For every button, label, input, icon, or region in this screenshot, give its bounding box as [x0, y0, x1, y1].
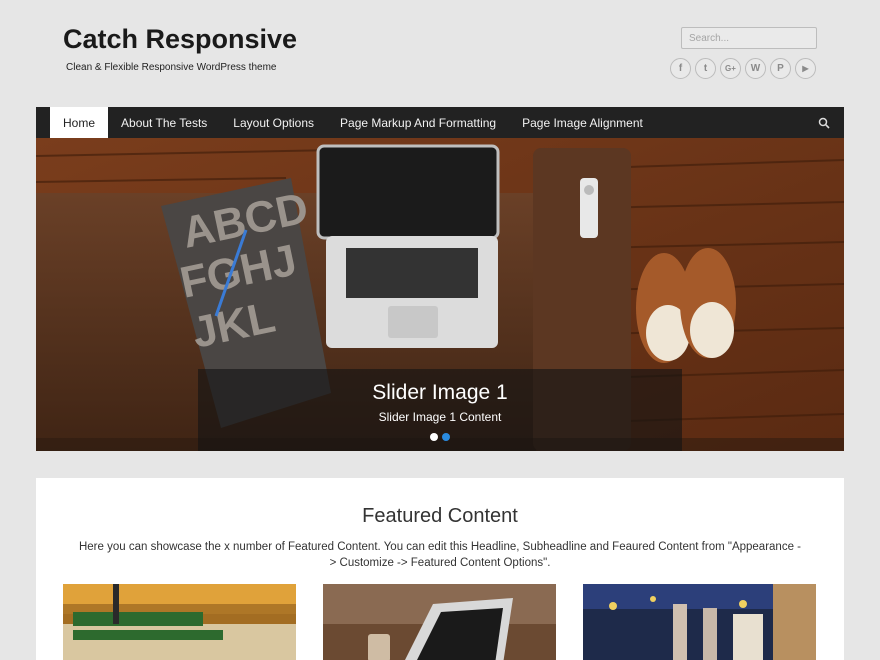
slider-dot-1[interactable]: [430, 433, 438, 441]
nav-item-layout-options[interactable]: Layout Options: [220, 107, 327, 138]
featured-content: Featured Content Here you can showcase t…: [36, 478, 844, 660]
site-title[interactable]: Catch Responsive: [63, 24, 297, 55]
main-nav: Home About The Tests Layout Options Page…: [36, 107, 844, 138]
hero-slider: ABCD FGHJ JKL Slider Image 1 Slider Imag…: [36, 138, 844, 451]
nav-item-about-the-tests[interactable]: About The Tests: [108, 107, 220, 138]
nav-item-page-image-alignment[interactable]: Page Image Alignment: [509, 107, 656, 138]
featured-image-1[interactable]: [63, 584, 296, 660]
search-input[interactable]: [681, 27, 817, 49]
slider-content: Slider Image 1 Content: [378, 410, 502, 424]
slider-dot-2[interactable]: [442, 433, 450, 441]
search-icon[interactable]: [804, 107, 844, 138]
social-links: f t G+ W P ▶: [670, 58, 816, 79]
slider-pager: [198, 433, 682, 441]
slider-title[interactable]: Slider Image 1: [198, 381, 682, 405]
pinterest-icon[interactable]: P: [770, 58, 791, 79]
featured-description: Here you can showcase the x number of Fe…: [78, 541, 801, 569]
slider-caption: Slider Image 1 Slider Image 1 Content: [198, 369, 682, 451]
featured-image-3[interactable]: [583, 584, 816, 660]
site-description: Clean & Flexible Responsive WordPress th…: [66, 62, 277, 73]
featured-title: Featured Content: [362, 505, 518, 527]
nav-item-page-markup[interactable]: Page Markup And Formatting: [327, 107, 509, 138]
google-plus-icon[interactable]: G+: [720, 58, 741, 79]
youtube-icon[interactable]: ▶: [795, 58, 816, 79]
wordpress-icon[interactable]: W: [745, 58, 766, 79]
featured-image-2[interactable]: [323, 584, 556, 660]
twitter-icon[interactable]: t: [695, 58, 716, 79]
facebook-icon[interactable]: f: [670, 58, 691, 79]
nav-item-home[interactable]: Home: [50, 107, 109, 138]
